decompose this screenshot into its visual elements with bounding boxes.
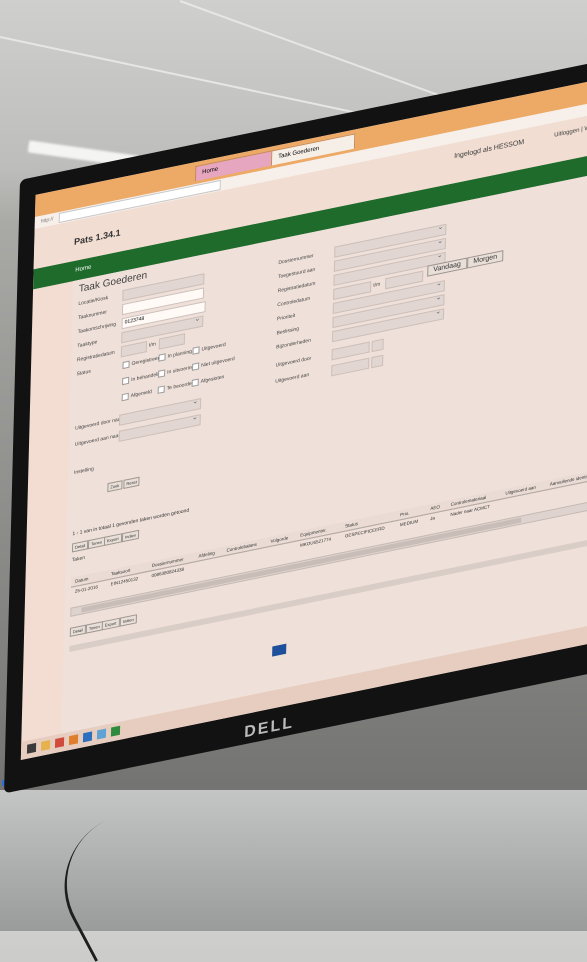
label-uitgevoerd-door-right: Uitgevoerd door bbox=[275, 355, 312, 369]
screen: Home Taak Goederen http:// Pats 1.34.1 I… bbox=[20, 72, 587, 761]
ie-icon[interactable] bbox=[82, 731, 93, 743]
registratiedatum-from[interactable] bbox=[120, 341, 148, 358]
folder-icon[interactable] bbox=[40, 740, 51, 751]
start-icon[interactable] bbox=[26, 742, 37, 754]
checkbox-icon bbox=[122, 360, 130, 370]
label-uitgevoerd-aan-right: Uitgevoerd aan bbox=[275, 371, 310, 385]
status-checkbox-afgemeld[interactable]: Afgemeld bbox=[121, 388, 152, 402]
status-checkbox-geregistreerd[interactable]: Geregistreerd bbox=[122, 354, 162, 370]
search-button[interactable]: Zoek bbox=[107, 480, 123, 493]
taken-label: Taken bbox=[71, 554, 86, 564]
label-status: Status bbox=[76, 368, 91, 378]
label-uitgevoerd-aan: Uitgevoerd aan naam bbox=[74, 432, 123, 448]
label-bijzonderheden: Bijzonderheden bbox=[276, 337, 311, 351]
label-prioriteit: Prioriteit bbox=[276, 312, 296, 323]
detail-button[interactable]: Detail bbox=[71, 540, 89, 553]
checkbox-icon bbox=[158, 353, 166, 362]
indien-button[interactable]: Indien bbox=[121, 529, 140, 543]
label-controledatum: Controledatum bbox=[277, 295, 311, 309]
detail-button-bottom[interactable]: Detail bbox=[69, 624, 87, 637]
label-registratiedatum: Registratiedatum bbox=[76, 349, 115, 364]
label-locatie: Locatie/Kiosk bbox=[78, 294, 109, 308]
address-text: http:// bbox=[40, 216, 54, 225]
checkbox-icon bbox=[192, 346, 200, 355]
label-beslissing: Beslissing bbox=[276, 325, 300, 337]
checkbox-icon bbox=[122, 376, 130, 386]
label-registratiedatum-right: Registratiedatum bbox=[277, 280, 316, 295]
uitgevoerd-aan-lookup[interactable] bbox=[371, 354, 384, 369]
app-title: Pats 1.34.1 bbox=[73, 227, 121, 247]
monitor-brand-logo: DELL bbox=[244, 714, 295, 742]
date-range-separator: t/m bbox=[148, 341, 156, 349]
export-button[interactable]: Export bbox=[103, 533, 122, 546]
tonen-button-bottom[interactable]: Tonen bbox=[85, 621, 103, 634]
status-checkbox-in-uitvoering[interactable]: In uitvoering bbox=[158, 363, 194, 378]
tonen-button[interactable]: Tonen bbox=[87, 536, 106, 550]
tomorrow-button[interactable]: Morgen bbox=[467, 250, 504, 269]
label-taaknummer: Taaknummer bbox=[77, 309, 108, 322]
registratiedatum-to[interactable] bbox=[158, 333, 186, 350]
label-toegestuurd-aan: Toegestuurd aan bbox=[277, 266, 316, 281]
status-checkbox-afgesloten[interactable]: Afgesloten bbox=[191, 373, 225, 387]
logged-in-user: Ingelogd als HESSOM bbox=[454, 138, 525, 161]
controle-range-separator: t/m bbox=[373, 281, 381, 289]
label-uitgevoerd-door: Uitgevoerd door naam bbox=[75, 415, 125, 432]
uitgevoerd-door-lookup[interactable] bbox=[371, 338, 384, 353]
checkbox-icon bbox=[191, 378, 199, 387]
status-checkbox-niet-uitgevoerd[interactable]: Niet uitgevoerd bbox=[192, 355, 235, 371]
checkbox-icon bbox=[192, 362, 200, 371]
uitgevoerd-aan-field[interactable] bbox=[331, 357, 370, 377]
label-taaktype: Taaktype bbox=[77, 339, 98, 350]
firefox-icon[interactable] bbox=[68, 734, 79, 746]
status-checkbox-in-planning[interactable]: In planning bbox=[158, 348, 192, 362]
nav-home-link[interactable]: Home bbox=[75, 264, 91, 273]
reset-button[interactable]: Reset bbox=[123, 476, 141, 489]
checkbox-icon bbox=[157, 385, 165, 394]
checkbox-icon bbox=[158, 369, 166, 378]
label-dossiernummer: Dossiernummer bbox=[278, 252, 314, 267]
excel-icon[interactable] bbox=[110, 725, 121, 737]
outlook-icon[interactable] bbox=[96, 728, 107, 740]
acrobat-icon[interactable] bbox=[54, 737, 65, 749]
options-toggle[interactable]: Instelling bbox=[74, 466, 94, 476]
export-button-bottom[interactable]: Export bbox=[101, 617, 120, 631]
status-checkbox-uitgevoerd[interactable]: Uitgevoerd bbox=[192, 341, 226, 355]
label-taakomschrijving: Taakomschrijving bbox=[77, 321, 117, 336]
indien-button-bottom[interactable]: Indien bbox=[119, 614, 137, 627]
checkbox-icon bbox=[121, 392, 129, 402]
